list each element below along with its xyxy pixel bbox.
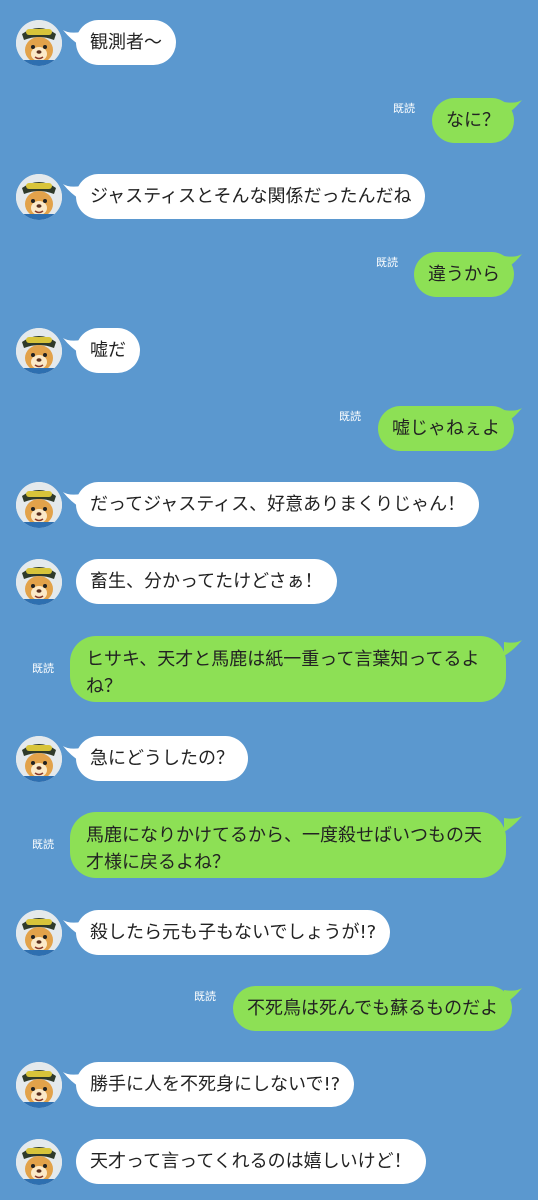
received-message-bubble[interactable]: 殺したら元も子もないでしょうが!? xyxy=(76,910,391,955)
sent-message-bubble[interactable]: 馬鹿になりかけてるから、一度殺せばいつもの天才様に戻るよね？ xyxy=(70,812,506,878)
received-message-bubble[interactable]: だってジャスティス、好意ありまくりじゃん！ xyxy=(76,482,480,527)
received-message-bubble[interactable]: ジャスティスとそんな関係だったんだね xyxy=(76,174,426,219)
dog-avatar-icon xyxy=(16,559,62,605)
sent-message-bubble[interactable]: 違うから xyxy=(414,252,514,297)
dog-avatar-icon xyxy=(16,20,62,66)
avatar[interactable] xyxy=(16,559,62,605)
read-receipt: 既読 xyxy=(32,662,54,675)
avatar[interactable] xyxy=(16,1139,62,1185)
dog-avatar-icon xyxy=(16,736,62,782)
bubble-tail-icon xyxy=(504,640,522,656)
dog-avatar-icon xyxy=(16,328,62,374)
received-message-bubble[interactable]: 天才って言ってくれるのは嬉しいけど！ xyxy=(76,1139,426,1184)
sent-message-bubble[interactable]: なに？ xyxy=(432,98,514,143)
bubble-tail-icon xyxy=(504,254,522,270)
dog-avatar-icon xyxy=(16,1139,62,1185)
received-message-bubble[interactable]: 観測者〜 xyxy=(76,20,176,65)
dog-avatar-icon xyxy=(16,1062,62,1108)
read-receipt: 既読 xyxy=(32,838,54,851)
avatar[interactable] xyxy=(16,910,62,956)
received-message-bubble[interactable]: 勝手に人を不死身にしないで!? xyxy=(76,1062,355,1107)
bubble-tail-icon xyxy=(504,100,522,116)
dog-avatar-icon xyxy=(16,174,62,220)
received-message-bubble[interactable]: 急にどうしたの？ xyxy=(76,736,248,781)
bubble-tail-icon xyxy=(504,988,522,1004)
dog-avatar-icon xyxy=(16,910,62,956)
read-receipt: 既読 xyxy=(376,256,398,269)
avatar[interactable] xyxy=(16,20,62,66)
bubble-tail-icon xyxy=(504,408,522,424)
sent-message-bubble[interactable]: ヒサキ、天才と馬鹿は紙一重って言葉知ってるよね？ xyxy=(70,636,506,702)
received-message-bubble[interactable]: 畜生、分かってたけどさぁ！ xyxy=(76,559,337,604)
avatar[interactable] xyxy=(16,1062,62,1108)
avatar[interactable] xyxy=(16,482,62,528)
received-message-bubble[interactable]: 嘘だ xyxy=(76,328,140,373)
sent-message-bubble[interactable]: 嘘じゃねぇよ xyxy=(378,406,514,451)
bubble-tail-icon xyxy=(504,816,522,832)
dog-avatar-icon xyxy=(16,482,62,528)
read-receipt: 既読 xyxy=(339,410,361,423)
avatar[interactable] xyxy=(16,736,62,782)
sent-message-bubble[interactable]: 不死鳥は死んでも蘇るものだよ xyxy=(233,986,513,1031)
read-receipt: 既読 xyxy=(194,990,216,1003)
read-receipt: 既読 xyxy=(393,102,415,115)
avatar[interactable] xyxy=(16,328,62,374)
avatar[interactable] xyxy=(16,174,62,220)
